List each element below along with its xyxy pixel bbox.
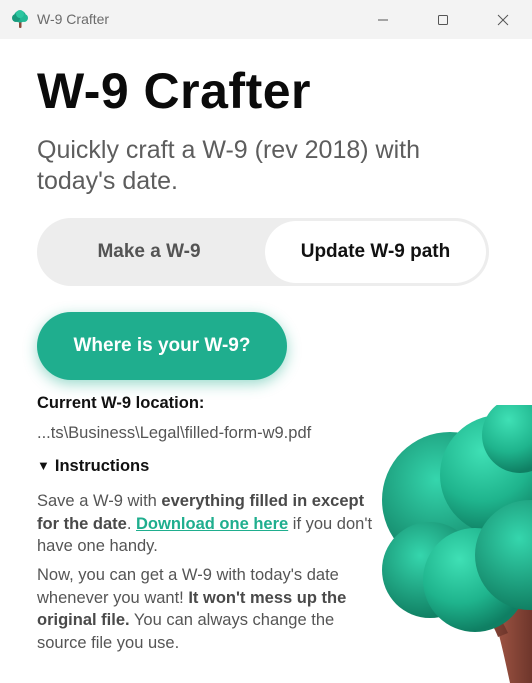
page-subtitle: Quickly craft a W-9 (rev 2018) with toda…: [37, 136, 420, 195]
instructions-paragraph-1: Save a W-9 with everything filled in exc…: [37, 490, 385, 558]
maximize-button[interactable]: [420, 0, 466, 39]
tree-icon: [382, 405, 532, 683]
minimize-icon: [378, 19, 388, 20]
triangle-down-icon: ▼: [37, 458, 50, 473]
title-bar: W-9 Crafter: [0, 0, 532, 39]
mode-tabs: Make a W-9 Update W-9 path: [37, 218, 489, 286]
current-location-path: ...ts\Business\Legal\filled-form-w9.pdf: [37, 424, 312, 442]
window-title: W-9 Crafter: [37, 11, 110, 27]
minimize-button[interactable]: [360, 0, 406, 39]
page-title: W-9 Crafter: [37, 63, 311, 119]
maximize-icon: [438, 14, 448, 25]
choose-w9-button[interactable]: Where is your W-9?: [37, 312, 287, 380]
download-link[interactable]: Download one here: [136, 515, 288, 533]
tree-app-icon: [12, 10, 28, 28]
instructions-summary-label: Instructions: [54, 457, 150, 475]
current-location-label: Current W-9 location:: [37, 394, 205, 412]
instructions-text: Save a W-9 with: [37, 492, 162, 510]
close-button[interactable]: [480, 0, 526, 39]
instructions-toggle[interactable]: ▼ Instructions: [37, 457, 149, 476]
tab-update-w9-path[interactable]: Update W-9 path: [265, 221, 486, 283]
tab-make-w9[interactable]: Make a W-9: [37, 218, 261, 286]
instructions-text: .: [126, 514, 137, 533]
close-icon: [497, 14, 509, 25]
instructions-paragraph-2: Now, you can get a W-9 with today's date…: [37, 564, 385, 654]
